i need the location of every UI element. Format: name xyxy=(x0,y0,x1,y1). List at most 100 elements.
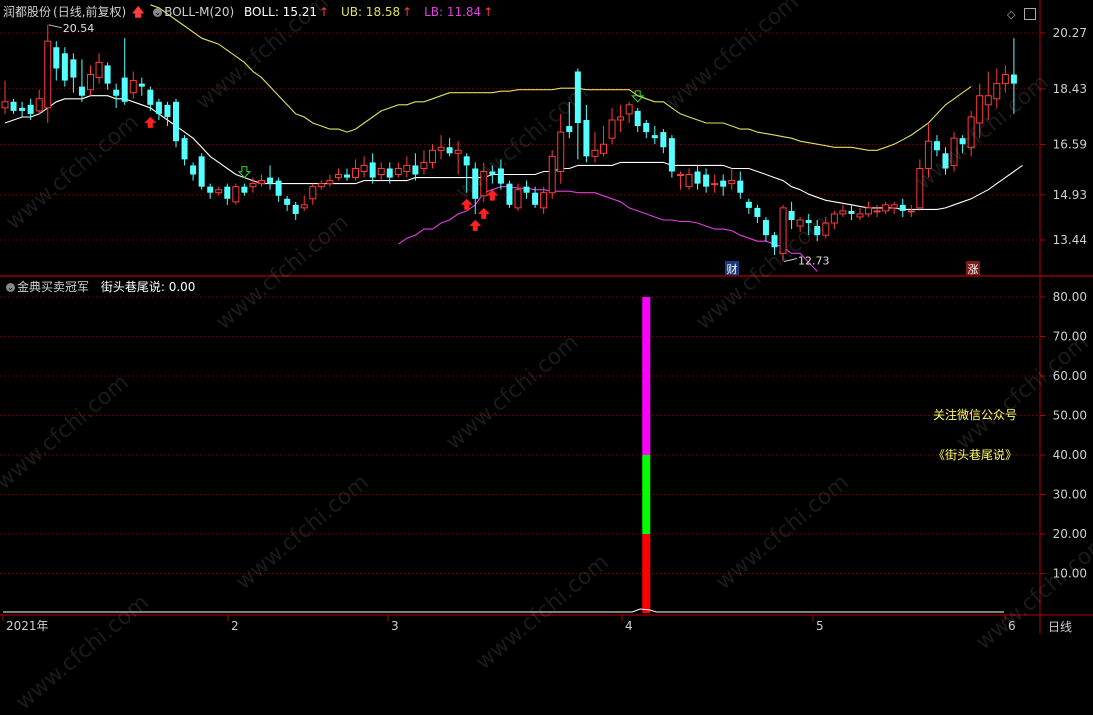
candle-body-down xyxy=(113,89,120,96)
candle-body-up xyxy=(591,149,599,157)
candle-body-up xyxy=(779,207,787,254)
lower-tick-label: 30.00 xyxy=(1053,488,1087,502)
candle-body-down xyxy=(566,126,573,133)
buy-arrow-icon xyxy=(469,219,482,231)
buy-arrow-icon xyxy=(144,116,157,128)
candle-body-up xyxy=(514,189,522,209)
finance-event-marker: 财 xyxy=(727,262,738,276)
diamond-icon[interactable]: ◇ xyxy=(1007,8,1015,21)
candle-body-up xyxy=(215,189,223,194)
candle-body-down xyxy=(121,77,128,102)
candle-body-up xyxy=(1,101,9,109)
low-price-label: 12.73 xyxy=(798,255,830,268)
candle-body-up xyxy=(865,207,873,215)
candle-body-down xyxy=(386,168,393,178)
candle-body-up xyxy=(916,167,924,209)
lb-arrow: ↑ xyxy=(483,5,494,19)
candle-body-down xyxy=(369,162,376,178)
candle-body-down xyxy=(762,219,769,236)
candle-body-down xyxy=(532,192,539,205)
candle-body-down xyxy=(651,135,658,139)
signal-bar-segment xyxy=(642,455,651,534)
candle-body-down xyxy=(959,138,966,145)
candle-body-up xyxy=(711,183,719,186)
candle-body-up xyxy=(676,174,684,177)
lower-indicator-value: 街头巷尾说: 0.00 xyxy=(100,280,196,294)
time-tick-label: 5 xyxy=(816,619,824,633)
candle-body-down xyxy=(78,86,85,96)
candle-body-up xyxy=(429,149,436,163)
candle-body-up xyxy=(309,186,317,200)
boll-lower-line xyxy=(397,186,818,272)
candle-body-up xyxy=(394,167,402,176)
stock-name[interactable]: 润都股份 xyxy=(3,5,51,19)
candle-body-up xyxy=(540,192,548,209)
lower-indicator-dropdown-icon[interactable]: ⌄ xyxy=(6,283,15,292)
boll-arrow: ↑ xyxy=(319,5,330,19)
candle-body-up xyxy=(924,140,932,169)
candle-body-up xyxy=(258,180,265,185)
candle-body-down xyxy=(147,89,154,105)
candle-body-up xyxy=(950,137,958,166)
candle-body-up xyxy=(360,164,368,173)
candle-body-down xyxy=(737,180,744,193)
time-tick-label: 3 xyxy=(391,619,399,633)
candle-body-down xyxy=(181,138,188,160)
price-tick-label: 20.27 xyxy=(1053,26,1087,40)
candle-body-down xyxy=(694,171,701,184)
candle-body-up xyxy=(728,180,736,185)
indicator-dropdown-icon[interactable]: ⌄ xyxy=(153,8,163,17)
candle-body-up xyxy=(557,131,565,173)
candle-body-up xyxy=(856,213,864,218)
price-tick-label: 18.43 xyxy=(1053,82,1087,96)
high-price-label: 20.54 xyxy=(63,22,95,35)
candle-body-up xyxy=(480,171,488,197)
candle-body-up xyxy=(984,95,992,106)
indicator-name[interactable]: BOLL-M(20) xyxy=(164,5,234,19)
candle-body-up xyxy=(44,40,52,109)
lower-tick-label: 70.00 xyxy=(1053,330,1087,344)
candle-body-up xyxy=(600,143,607,154)
candle-body-up xyxy=(830,213,838,224)
candle-body-down xyxy=(523,186,530,193)
candle-body-down xyxy=(224,186,231,199)
candle-body-up xyxy=(300,204,308,209)
candle-body-down xyxy=(53,47,60,69)
candle-body-down xyxy=(207,186,214,193)
candle-body-down xyxy=(942,153,949,169)
candle-body-up xyxy=(617,116,625,121)
candle-body-down xyxy=(489,171,496,175)
candle-body-up xyxy=(976,95,984,124)
candle-body-down xyxy=(805,219,812,224)
candle-body-down xyxy=(267,177,274,184)
candle-body-down xyxy=(412,165,419,175)
promo-note-1: 关注微信公众号 xyxy=(933,408,1018,422)
maximize-icon[interactable] xyxy=(1024,8,1036,20)
boll-value: BOLL: 15.21 xyxy=(243,5,318,19)
candle-body-up xyxy=(232,186,240,203)
candle-body-down xyxy=(472,168,479,199)
candle-body-up xyxy=(129,80,137,94)
candle-body-up xyxy=(873,210,881,213)
candle-body-up xyxy=(334,174,342,179)
lower-tick-label: 20.00 xyxy=(1053,527,1087,541)
candle-body-down xyxy=(745,201,752,208)
lower-indicator-name[interactable]: 金典买卖冠军 xyxy=(17,280,89,294)
candle-body-up xyxy=(249,183,257,188)
candle-body-down xyxy=(788,210,795,220)
buy-arrow-icon xyxy=(477,207,490,219)
time-tick-label: 6 xyxy=(1008,619,1016,633)
candle-body-down xyxy=(275,180,282,196)
period-label[interactable]: 日线 xyxy=(1048,618,1072,635)
price-tick-label: 14.93 xyxy=(1053,188,1087,202)
lower-tick-label: 40.00 xyxy=(1053,448,1087,462)
candle-body-up xyxy=(608,119,616,139)
candle-body-up xyxy=(796,219,804,227)
time-tick-label: 4 xyxy=(625,619,633,633)
candle-body-up xyxy=(420,161,428,169)
candle-body-up xyxy=(993,83,1001,100)
candle-body-up xyxy=(1001,74,1009,85)
candle-body-up xyxy=(35,98,43,112)
candle-body-down xyxy=(933,141,940,151)
candle-body-up xyxy=(890,204,898,209)
